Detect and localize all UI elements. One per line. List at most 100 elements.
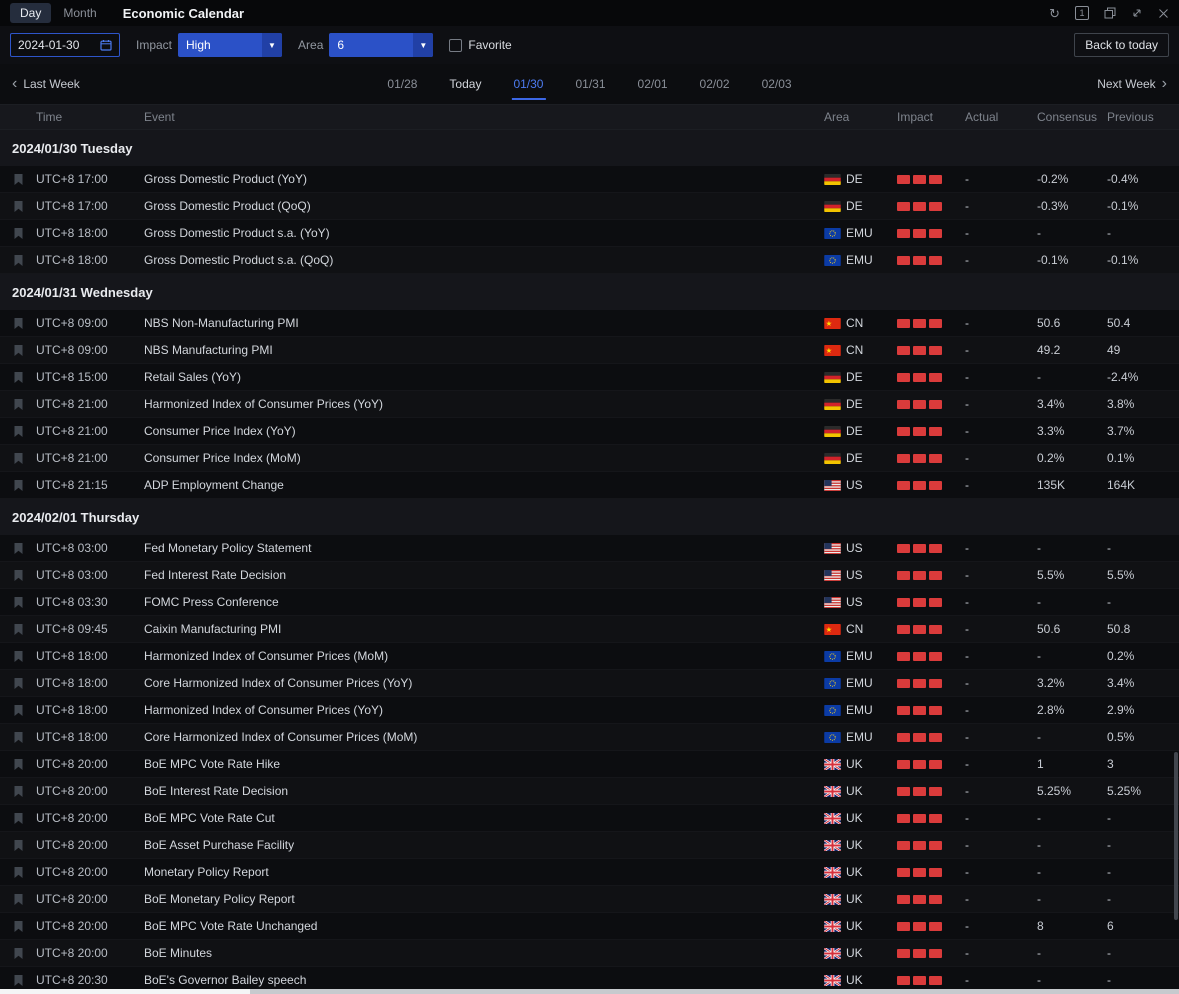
bookmark-icon[interactable] <box>0 677 36 690</box>
previous-value: 0.2% <box>1107 649 1179 663</box>
bookmark-icon[interactable] <box>0 371 36 384</box>
horizontal-scrollbar-thumb[interactable] <box>0 989 250 994</box>
bookmark-icon[interactable] <box>0 542 36 555</box>
bookmark-icon[interactable] <box>0 317 36 330</box>
event-row[interactable]: UTC+8 20:00 Monetary Policy Report UK - … <box>0 859 1179 886</box>
section-date-header: 2024/01/31 Wednesday <box>0 274 1179 310</box>
restore-icon[interactable] <box>1104 7 1116 19</box>
event-row[interactable]: UTC+8 20:00 BoE Asset Purchase Facility … <box>0 832 1179 859</box>
event-row[interactable]: UTC+8 17:00 Gross Domestic Product (YoY)… <box>0 166 1179 193</box>
event-row[interactable]: UTC+8 09:00 NBS Non-Manufacturing PMI ★C… <box>0 310 1179 337</box>
event-row[interactable]: UTC+8 20:00 BoE Monetary Policy Report U… <box>0 886 1179 913</box>
bookmark-icon[interactable] <box>0 173 36 186</box>
event-row[interactable]: UTC+8 20:00 BoE Minutes UK - - - <box>0 940 1179 967</box>
svg-text:★: ★ <box>826 345 833 354</box>
area-select[interactable]: 6 ▼ <box>329 33 433 57</box>
bookmark-icon[interactable] <box>0 398 36 411</box>
event-row[interactable]: UTC+8 15:00 Retail Sales (YoY) DE - - -2… <box>0 364 1179 391</box>
day-tab-02-01[interactable]: 02/01 <box>636 68 670 100</box>
event-area: US <box>824 568 897 582</box>
event-row[interactable]: UTC+8 03:00 Fed Interest Rate Decision U… <box>0 562 1179 589</box>
event-name: NBS Manufacturing PMI <box>144 343 824 357</box>
vertical-scrollbar[interactable] <box>1174 752 1178 920</box>
last-week-button[interactable]: ‹ Last Week <box>12 76 80 92</box>
tab-day[interactable]: Day <box>10 3 51 23</box>
event-row[interactable]: UTC+8 18:00 Core Harmonized Index of Con… <box>0 670 1179 697</box>
titlebar: Day Month Economic Calendar ↻ 1 <box>0 0 1179 26</box>
event-row[interactable]: UTC+8 17:00 Gross Domestic Product (QoQ)… <box>0 193 1179 220</box>
bookmark-icon[interactable] <box>0 596 36 609</box>
bookmark-icon[interactable] <box>0 785 36 798</box>
event-row[interactable]: UTC+8 18:00 Harmonized Index of Consumer… <box>0 643 1179 670</box>
event-row[interactable]: UTC+8 21:00 Consumer Price Index (MoM) D… <box>0 445 1179 472</box>
bookmark-icon[interactable] <box>0 866 36 879</box>
event-row[interactable]: UTC+8 18:00 Harmonized Index of Consumer… <box>0 697 1179 724</box>
actual-value: - <box>965 784 1037 798</box>
bookmark-icon[interactable] <box>0 920 36 933</box>
expand-icon[interactable] <box>1131 7 1143 19</box>
bookmark-icon[interactable] <box>0 893 36 906</box>
event-row[interactable]: UTC+8 21:00 Harmonized Index of Consumer… <box>0 391 1179 418</box>
event-area: UK <box>824 919 897 933</box>
bookmark-icon[interactable] <box>0 344 36 357</box>
event-row[interactable]: UTC+8 09:45 Caixin Manufacturing PMI ★CN… <box>0 616 1179 643</box>
bookmark-icon[interactable] <box>0 758 36 771</box>
bookmark-icon[interactable] <box>0 425 36 438</box>
bookmark-icon[interactable] <box>0 200 36 213</box>
event-row[interactable]: UTC+8 18:00 Core Harmonized Index of Con… <box>0 724 1179 751</box>
event-row[interactable]: UTC+8 18:00 Gross Domestic Product s.a. … <box>0 220 1179 247</box>
event-row[interactable]: UTC+8 03:30 FOMC Press Conference US - -… <box>0 589 1179 616</box>
date-picker-input[interactable]: 2024-01-30 <box>10 33 120 57</box>
event-row[interactable]: UTC+8 20:00 BoE MPC Vote Rate Cut UK - -… <box>0 805 1179 832</box>
bookmark-icon[interactable] <box>0 254 36 267</box>
previous-value: -0.4% <box>1107 172 1179 186</box>
bookmark-icon[interactable] <box>0 650 36 663</box>
previous-value: - <box>1107 838 1179 852</box>
bookmark-icon[interactable] <box>0 974 36 987</box>
event-time: UTC+8 18:00 <box>36 703 144 717</box>
previous-value: 164K <box>1107 478 1179 492</box>
bookmark-icon[interactable] <box>0 731 36 744</box>
event-row[interactable]: UTC+8 09:00 NBS Manufacturing PMI ★CN - … <box>0 337 1179 364</box>
day-tab-01-30[interactable]: 01/30 <box>511 68 545 100</box>
event-row[interactable]: UTC+8 20:00 BoE MPC Vote Rate Unchanged … <box>0 913 1179 940</box>
back-to-today-button[interactable]: Back to today <box>1074 33 1169 57</box>
refresh-icon[interactable]: ↻ <box>1049 7 1060 20</box>
event-name: BoE's Governor Bailey speech <box>144 973 824 987</box>
horizontal-scrollbar[interactable] <box>0 989 1179 994</box>
event-row[interactable]: UTC+8 03:00 Fed Monetary Policy Statemen… <box>0 535 1179 562</box>
impact-select[interactable]: High ▼ <box>178 33 282 57</box>
bookmark-icon[interactable] <box>0 704 36 717</box>
bookmark-icon[interactable] <box>0 569 36 582</box>
bookmark-icon[interactable] <box>0 452 36 465</box>
next-week-button[interactable]: Next Week › <box>1097 76 1167 92</box>
consensus-value: 3.3% <box>1037 424 1107 438</box>
day-tab-01-31[interactable]: 01/31 <box>573 68 607 100</box>
favorite-checkbox[interactable] <box>449 39 462 52</box>
event-name: BoE Monetary Policy Report <box>144 892 824 906</box>
day-tab-today[interactable]: Today <box>447 68 483 100</box>
panel-count-icon[interactable]: 1 <box>1075 6 1089 20</box>
previous-value: - <box>1107 595 1179 609</box>
event-row[interactable]: UTC+8 18:00 Gross Domestic Product s.a. … <box>0 247 1179 274</box>
event-row[interactable]: UTC+8 21:15 ADP Employment Change US - 1… <box>0 472 1179 499</box>
consensus-value: - <box>1037 973 1107 987</box>
bookmark-icon[interactable] <box>0 479 36 492</box>
event-row[interactable]: UTC+8 21:00 Consumer Price Index (YoY) D… <box>0 418 1179 445</box>
event-time: UTC+8 20:00 <box>36 811 144 825</box>
week-day-tabs: 01/28 Today 01/30 01/31 02/01 02/02 02/03 <box>385 68 793 100</box>
event-row[interactable]: UTC+8 20:00 BoE Interest Rate Decision U… <box>0 778 1179 805</box>
bookmark-icon[interactable] <box>0 947 36 960</box>
bookmark-icon[interactable] <box>0 623 36 636</box>
day-tab-01-28[interactable]: 01/28 <box>385 68 419 100</box>
bookmark-icon[interactable] <box>0 839 36 852</box>
event-row[interactable]: UTC+8 20:00 BoE MPC Vote Rate Hike UK - … <box>0 751 1179 778</box>
close-icon[interactable] <box>1158 8 1169 19</box>
bookmark-icon[interactable] <box>0 227 36 240</box>
day-tab-02-02[interactable]: 02/02 <box>698 68 732 100</box>
impact-bars <box>897 319 965 328</box>
bookmark-icon[interactable] <box>0 812 36 825</box>
tab-month[interactable]: Month <box>53 3 106 23</box>
event-time: UTC+8 20:30 <box>36 973 144 987</box>
day-tab-02-03[interactable]: 02/03 <box>760 68 794 100</box>
